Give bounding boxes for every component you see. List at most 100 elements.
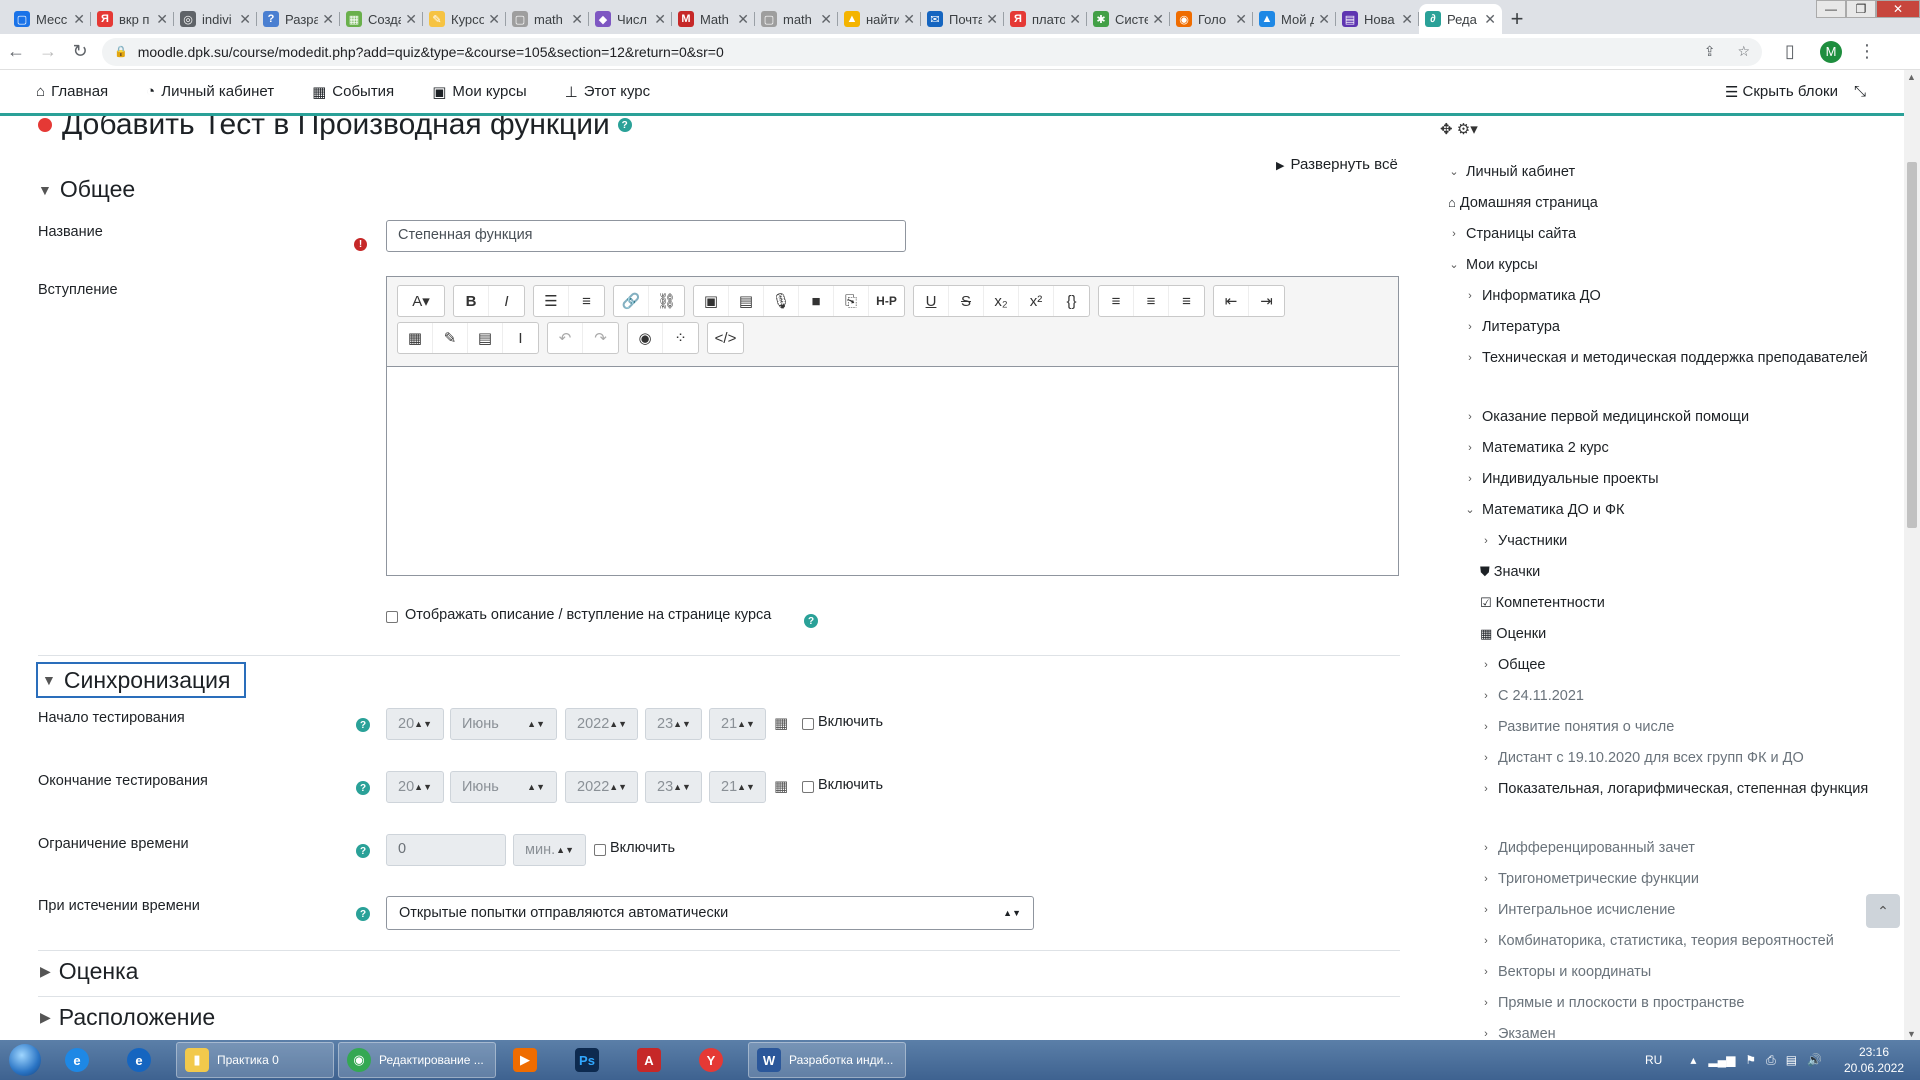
time-limit-unit-select[interactable]: мин. ▲▼: [513, 834, 586, 866]
editor-content-area[interactable]: [387, 367, 1398, 575]
open-month-select[interactable]: Июнь ▲▼: [450, 708, 557, 740]
redo-icon[interactable]: ↷: [583, 323, 618, 353]
share-icon[interactable]: ⇪: [1704, 43, 1716, 60]
browser-tab[interactable]: ▢ Месс ✕: [8, 4, 91, 34]
show-description-checkbox[interactable]: [386, 611, 398, 623]
html-source-icon[interactable]: </>: [708, 323, 743, 353]
nav-tree-item[interactable]: › Общее: [1480, 651, 1890, 679]
back-to-top-button[interactable]: ⌃: [1866, 894, 1900, 928]
accessibility-icon[interactable]: ◉: [628, 323, 663, 353]
hide-blocks-link[interactable]: ☰ Скрыть блоки ⤡: [1725, 83, 1866, 101]
section-timing-header[interactable]: ▼ Синхронизация: [36, 662, 246, 698]
nav-tree-item[interactable]: › Комбинаторика, статистика, теория вероя…: [1480, 927, 1890, 955]
undo-icon[interactable]: ↶: [548, 323, 583, 353]
nav-tree-item[interactable]: › Индивидуальные проекты: [1464, 465, 1890, 493]
nav-tree-item[interactable]: › Развитие понятия о числе: [1480, 713, 1890, 741]
section-layout-header[interactable]: ▶ Расположение: [40, 1004, 215, 1031]
table-icon[interactable]: ▤: [468, 323, 503, 353]
taskbar-yandex[interactable]: Y: [686, 1042, 744, 1078]
taskbar-ie[interactable]: e: [114, 1042, 172, 1078]
nav-tree-item[interactable]: › Техническая и методическая поддержка пр…: [1464, 344, 1890, 372]
sidebar-icon[interactable]: ▯: [1774, 41, 1806, 62]
open-year-select[interactable]: 2022 ▲▼: [565, 708, 638, 740]
nav-tree-item[interactable]: › Математика 2 курс: [1464, 434, 1890, 462]
overdue-select[interactable]: Открытые попытки отправляются автоматиче…: [386, 896, 1034, 930]
strikethrough-icon[interactable]: S: [949, 286, 984, 316]
browser-tab[interactable]: M Math ✕: [672, 4, 755, 34]
nav-tree-item[interactable]: ⌂ Домашняя страница: [1448, 189, 1890, 217]
tab-close-icon[interactable]: ✕: [986, 11, 998, 28]
open-enable-checkbox[interactable]: [802, 718, 814, 730]
taskbar-acrobat[interactable]: A: [624, 1042, 682, 1078]
image-icon[interactable]: ▣: [694, 286, 729, 316]
browser-tab[interactable]: ◆ Числ ✕: [589, 4, 672, 34]
nav-home[interactable]: ⌂ Главная: [36, 83, 108, 100]
tab-close-icon[interactable]: ✕: [1152, 11, 1164, 28]
tab-close-icon[interactable]: ✕: [820, 11, 832, 28]
browser-tab[interactable]: ∂ Реда ✕: [1419, 4, 1502, 34]
nav-tree-item[interactable]: › Дистант с 19.10.2020 для всех групп ФК …: [1480, 744, 1890, 772]
nav-tree-item[interactable]: › Экзамен: [1480, 1020, 1890, 1041]
bullet-list-icon[interactable]: ☰: [534, 286, 569, 316]
reload-icon[interactable]: ↻: [64, 41, 96, 62]
browser-tab[interactable]: ◉ Голо ✕: [1170, 4, 1253, 34]
help-icon[interactable]: ?: [356, 907, 370, 921]
close-year-select[interactable]: 2022 ▲▼: [565, 771, 638, 803]
tab-close-icon[interactable]: ✕: [1401, 11, 1413, 28]
nav-tree-item[interactable]: › Литература: [1464, 313, 1890, 341]
unlink-icon[interactable]: ⛓: [649, 286, 684, 316]
media-icon[interactable]: ▤: [729, 286, 764, 316]
screenreader-icon[interactable]: ⁘: [663, 323, 698, 353]
nav-tree-item[interactable]: › Показательная, логарифмическая, степенн…: [1480, 775, 1890, 803]
tab-close-icon[interactable]: ✕: [737, 11, 749, 28]
taskbar-item-word[interactable]: W Разработка инди...: [748, 1042, 906, 1078]
superscript-icon[interactable]: x²: [1019, 286, 1054, 316]
microphone-icon[interactable]: 🎙: [764, 286, 799, 316]
scroll-up-icon[interactable]: ▲: [1907, 72, 1916, 82]
tab-close-icon[interactable]: ✕: [571, 11, 583, 28]
network-icon[interactable]: ▂▄▆: [1708, 1053, 1735, 1067]
nav-dashboard[interactable]: ◔ Личный кабинет: [146, 83, 274, 100]
nav-this-course[interactable]: ⊥ Этот курс: [565, 83, 651, 101]
fullscreen-icon[interactable]: ⤡: [1854, 83, 1866, 100]
section-general-header[interactable]: ▼ Общее: [38, 176, 135, 203]
printer-icon[interactable]: ⎙: [1766, 1053, 1776, 1068]
tab-close-icon[interactable]: ✕: [1235, 11, 1247, 28]
nav-tree-item[interactable]: › Страницы сайта: [1448, 220, 1890, 248]
tab-close-icon[interactable]: ✕: [239, 11, 251, 28]
align-center-icon[interactable]: ≡: [1134, 286, 1169, 316]
tab-close-icon[interactable]: ✕: [488, 11, 500, 28]
tab-close-icon[interactable]: ✕: [654, 11, 666, 28]
close-enable-checkbox[interactable]: [802, 781, 814, 793]
help-icon[interactable]: ?: [356, 718, 370, 732]
font-style-icon[interactable]: A▾: [398, 286, 444, 316]
language-indicator[interactable]: RU: [1645, 1053, 1662, 1067]
equation-icon[interactable]: {}: [1054, 286, 1089, 316]
browser-tab[interactable]: ▢ math ✕: [506, 4, 589, 34]
help-icon[interactable]: ?: [804, 614, 818, 628]
browser-tab[interactable]: Явкр п ✕: [91, 4, 174, 34]
nav-tree-item[interactable]: › С 24.11.2021: [1480, 682, 1890, 710]
tab-close-icon[interactable]: ✕: [1069, 11, 1081, 28]
close-hour-select[interactable]: 23 ▲▼: [645, 771, 702, 803]
clock[interactable]: 23:16 20.06.2022: [1838, 1044, 1910, 1076]
nav-tree-item[interactable]: › Оказание первой медицинской помощи: [1464, 403, 1890, 431]
nav-tree-item[interactable]: › Дифференцированный зачет: [1480, 834, 1890, 862]
new-tab-button[interactable]: +: [1502, 4, 1532, 34]
help-icon[interactable]: ?: [356, 844, 370, 858]
close-month-select[interactable]: Июнь ▲▼: [450, 771, 557, 803]
browser-tab[interactable]: ✉ Почта ✕: [921, 4, 1004, 34]
tab-close-icon[interactable]: ✕: [1318, 11, 1330, 28]
tab-close-icon[interactable]: ✕: [903, 11, 915, 28]
nav-tree-item[interactable]: ⌄ Математика ДО и ФК: [1464, 496, 1890, 524]
numbered-list-icon[interactable]: ≡: [569, 286, 604, 316]
browser-tab[interactable]: ▦ Созда✕: [340, 4, 423, 34]
volume-icon[interactable]: 🔊: [1807, 1053, 1822, 1067]
name-input[interactable]: Степенная функция: [386, 220, 906, 252]
move-icon[interactable]: ✥: [1440, 121, 1453, 138]
taskbar-item-explorer[interactable]: ▮ Практика 0: [176, 1042, 334, 1078]
open-hour-select[interactable]: 23 ▲▼: [645, 708, 702, 740]
section-grade-header[interactable]: ▶ Оценка: [40, 958, 138, 985]
back-icon[interactable]: ←: [0, 41, 32, 62]
h5p-icon[interactable]: H-P: [869, 286, 904, 316]
